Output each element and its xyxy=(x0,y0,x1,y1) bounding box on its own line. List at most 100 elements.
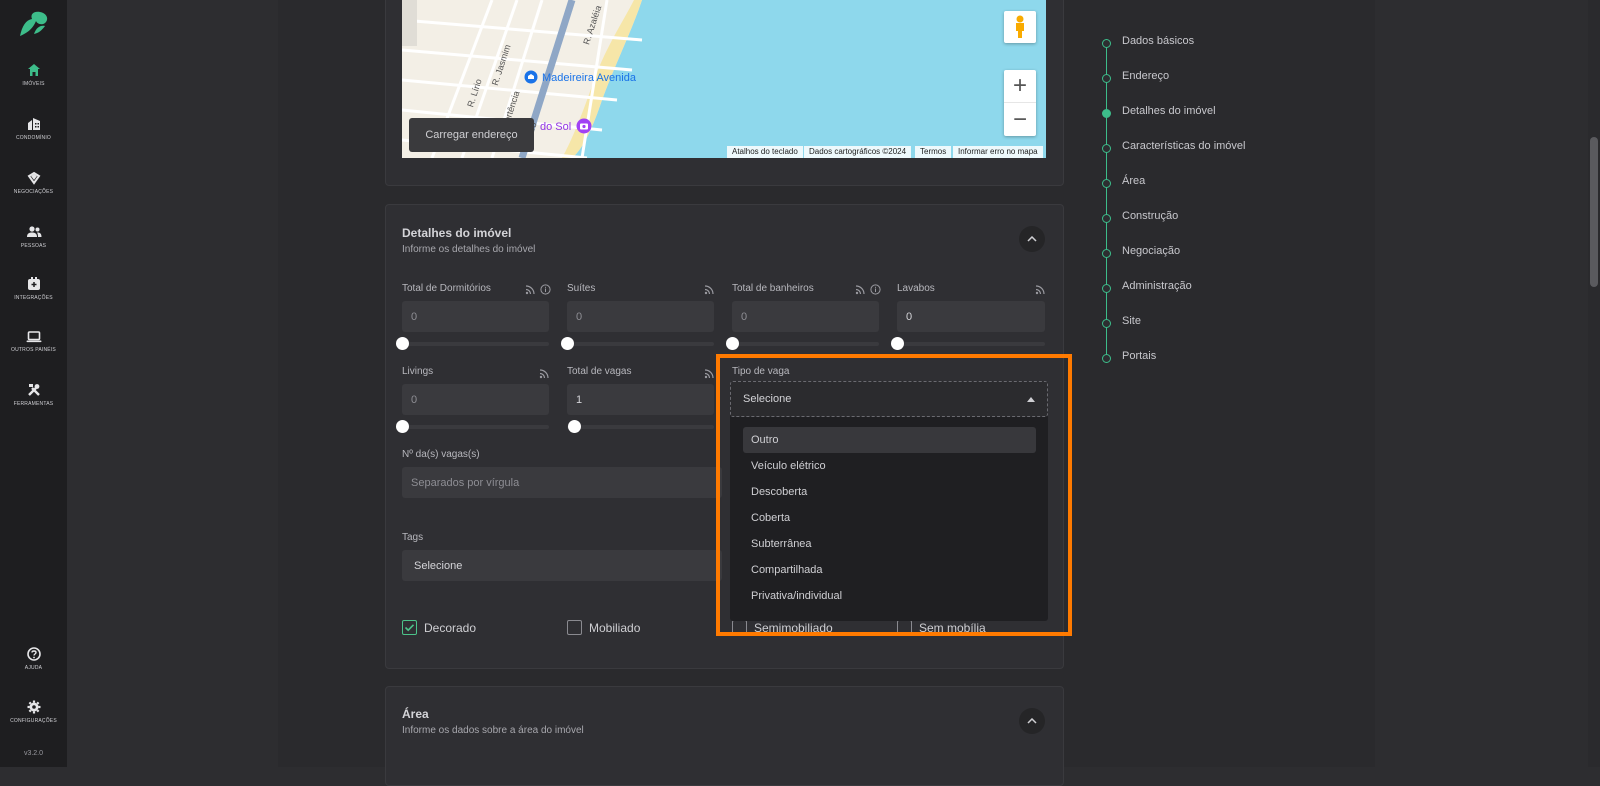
dropdown-option-compartilhada[interactable]: Compartilhada xyxy=(743,557,1036,583)
suites-slider-track[interactable] xyxy=(567,342,714,346)
sidebar-item-ferramentas[interactable]: Ferramentas xyxy=(0,383,67,407)
dropdown-option-subterranea[interactable]: Subterrânea xyxy=(743,531,1036,557)
livings-slider-handle[interactable] xyxy=(396,420,409,433)
dormitorios-slider-track[interactable] xyxy=(402,342,549,346)
zoom-out-button[interactable]: − xyxy=(1004,103,1036,136)
pegman-icon xyxy=(1016,15,1024,38)
sem-mobilia-checkbox[interactable] xyxy=(897,620,912,635)
mobiliado-checkbox[interactable] xyxy=(567,620,582,635)
dropdown-option-outro[interactable]: Outro xyxy=(743,427,1036,453)
vagas-slider-handle[interactable] xyxy=(568,420,581,433)
sidebar-item-label: Imóveis xyxy=(22,81,45,87)
photo-pin-icon xyxy=(576,118,592,134)
step-label: Detalhes do imóvel xyxy=(1122,105,1216,117)
vagas-slider-track[interactable] xyxy=(567,425,714,429)
step-label: Dados básicos xyxy=(1122,35,1195,47)
caret-up-icon xyxy=(1027,397,1035,402)
lavabos-slider-handle[interactable] xyxy=(891,337,904,350)
tags-select[interactable]: Selecione xyxy=(402,550,722,581)
place-pin-icon xyxy=(524,70,538,84)
step-label: Endereço xyxy=(1122,70,1170,82)
decorado-checkbox[interactable] xyxy=(402,620,417,635)
laptop-icon xyxy=(26,331,41,343)
people-icon xyxy=(26,226,41,237)
load-address-button[interactable]: Carregar endereço xyxy=(409,118,534,152)
dropdown-option-veiculo-eletrico[interactable]: Veículo elétrico xyxy=(743,453,1036,479)
step-dot xyxy=(1102,354,1111,363)
dormitorios-slider-handle[interactable] xyxy=(396,337,409,350)
sidebar-item-condominio[interactable]: Condomínio xyxy=(0,117,67,141)
rss-icon xyxy=(704,285,714,295)
map-attribution-report[interactable]: Informar erro no mapa xyxy=(953,146,1043,158)
handshake-icon xyxy=(27,171,40,185)
collapse-details-button[interactable] xyxy=(1019,226,1045,252)
tipo-vaga-select[interactable]: Selecione xyxy=(730,381,1048,417)
sidebar-item-integracoes[interactable]: Integrações xyxy=(0,277,67,301)
info-icon[interactable] xyxy=(870,284,881,295)
sidebar-item-label: Ajuda xyxy=(24,665,43,671)
step-label: Portais xyxy=(1122,350,1157,362)
livings-slider-track[interactable] xyxy=(402,425,549,429)
sidebar-item-configuracoes[interactable]: Configurações xyxy=(0,700,67,724)
collapse-area-button[interactable] xyxy=(1019,708,1045,734)
map-attribution-terms[interactable]: Termos xyxy=(915,146,952,158)
semimobiliado-checkbox[interactable] xyxy=(732,620,747,635)
decorado-label: Decorado xyxy=(424,621,477,635)
logo-icon[interactable] xyxy=(16,10,50,38)
section-subtitle: Informe os detalhes do imóvel xyxy=(402,244,536,255)
tipo-vaga-value: Selecione xyxy=(743,393,792,405)
banheiros-slider-handle[interactable] xyxy=(726,337,739,350)
step-dot xyxy=(1102,144,1111,153)
area-card xyxy=(385,686,1064,786)
page-scrollbar-thumb[interactable] xyxy=(1590,137,1598,287)
steps-line xyxy=(1106,44,1107,360)
sidebar-item-imoveis[interactable]: Imóveis xyxy=(0,63,67,87)
chevron-up-icon xyxy=(1027,718,1037,724)
place-label: do Sol xyxy=(540,121,572,133)
step-dot xyxy=(1102,249,1111,258)
dropdown-option-privativa-individual[interactable]: Privativa/individual xyxy=(743,583,1036,609)
sidebar-item-label: Outros painéis xyxy=(11,347,56,353)
sidebar-item-negociacoes[interactable]: Negociações xyxy=(0,171,67,195)
step-dot xyxy=(1102,39,1111,48)
livings-label: Livings xyxy=(402,366,434,377)
map-attribution-shortcuts[interactable]: Atalhos do teclado xyxy=(727,146,803,158)
sidebar-item-label: Integrações xyxy=(14,295,53,301)
dormitorios-input[interactable]: 0 xyxy=(402,301,549,332)
check-icon xyxy=(404,624,415,632)
lavabos-slider-track[interactable] xyxy=(897,342,1045,346)
sidebar-item-ajuda[interactable]: Ajuda xyxy=(0,647,67,671)
home-icon xyxy=(27,64,40,76)
banheiros-input[interactable]: 0 xyxy=(732,301,879,332)
chevron-up-icon xyxy=(1027,236,1037,242)
dropdown-option-coberta[interactable]: Coberta xyxy=(743,505,1036,531)
tools-icon xyxy=(27,384,40,396)
info-icon[interactable] xyxy=(540,284,551,295)
suites-label: Suítes xyxy=(567,283,596,294)
street-view-button[interactable] xyxy=(1004,11,1036,43)
lavabos-input[interactable]: 0 xyxy=(897,301,1045,332)
vagas-input[interactable]: 1 xyxy=(567,384,714,415)
sidebar-item-label: Condomínio xyxy=(15,135,52,141)
zoom-in-button[interactable]: + xyxy=(1004,70,1036,103)
page-scrollbar-track[interactable] xyxy=(1588,0,1600,767)
dropdown-option-descoberta[interactable]: Descoberta xyxy=(743,479,1036,505)
livings-input[interactable]: 0 xyxy=(402,384,549,415)
suites-input[interactable]: 0 xyxy=(567,301,714,332)
sidebar-item-outros-paineis[interactable]: Outros painéis xyxy=(0,331,67,353)
dormitorios-label: Total de Dormitórios xyxy=(402,283,491,294)
banheiros-slider-track[interactable] xyxy=(732,342,879,346)
suites-slider-handle[interactable] xyxy=(561,337,574,350)
step-label: Características do imóvel xyxy=(1122,140,1246,152)
rss-icon xyxy=(1035,285,1045,295)
num-vagas-label: Nº da(s) vagas(s) xyxy=(402,449,480,460)
step-label: Negociação xyxy=(1122,245,1181,257)
step-label: Área xyxy=(1122,175,1146,187)
integration-icon xyxy=(27,277,40,290)
step-label: Site xyxy=(1122,315,1141,327)
rss-icon xyxy=(539,369,549,379)
sidebar-item-pessoas[interactable]: Pessoas xyxy=(0,225,67,249)
num-vagas-input[interactable]: Separados por vírgula xyxy=(402,467,722,498)
building-icon xyxy=(27,118,40,130)
place-label: Madeireira Avenida xyxy=(542,72,636,84)
